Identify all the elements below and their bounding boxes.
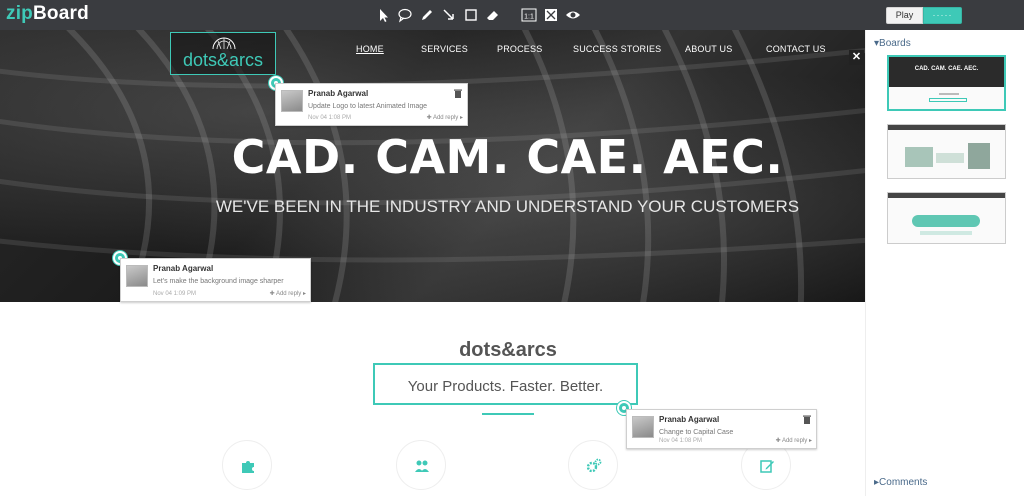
nav-services[interactable]: SERVICES [421, 44, 468, 54]
comment-time: Nov 04 1:09 PM [153, 291, 197, 297]
comment-author: Pranab Agarwal [659, 415, 720, 424]
eraser-icon[interactable] [484, 6, 502, 24]
people-icon [415, 460, 429, 472]
hero-title: CAD. CAM. CAE. AEC. [231, 130, 784, 184]
close-icon[interactable]: ✕ [849, 50, 864, 65]
thumb-shape [912, 215, 980, 227]
boards-toggle[interactable]: ▾Boards [874, 38, 911, 49]
nav-home[interactable]: HOME [356, 44, 384, 54]
pointer-icon[interactable] [374, 6, 392, 24]
actual-size-icon[interactable]: 1:1 [520, 6, 538, 24]
divider [482, 413, 534, 415]
site-logo[interactable]: dots&arcs [170, 32, 276, 75]
nav-success-stories[interactable]: SUCCESS STORIES [573, 44, 661, 54]
logo-dome-icon [212, 37, 236, 49]
thumb-header [888, 125, 1005, 130]
comment-author: Pranab Agarwal [308, 89, 369, 98]
thumb-box [929, 98, 967, 102]
fit-screen-icon[interactable] [542, 6, 560, 24]
thumb-image [905, 147, 933, 167]
boards-sidebar: ▾Boards CAD. CAM. CAE. AEC. ▸Comments [865, 30, 1024, 496]
feature-people[interactable] [396, 440, 446, 490]
puzzle-icon [242, 461, 254, 473]
zipboard-logo: zipBoard [6, 3, 89, 24]
feature-puzzle[interactable] [222, 440, 272, 490]
comment-bubble-icon[interactable] [396, 6, 414, 24]
thumb-image [936, 153, 964, 163]
feature-gears[interactable] [568, 440, 618, 490]
comment-message: Let's make the background image sharper [153, 278, 284, 285]
nav-contact-us[interactable]: CONTACT US [766, 44, 826, 54]
eye-icon[interactable] [564, 6, 582, 24]
add-reply-link[interactable]: ✚ Add reply ▸ [776, 437, 812, 444]
play-button[interactable]: Play [886, 7, 923, 24]
arrow-icon[interactable] [440, 6, 458, 24]
comments-toggle[interactable]: ▸Comments [874, 477, 927, 488]
board-thumbnail-2[interactable] [887, 124, 1006, 179]
gears-icon [586, 458, 602, 473]
thumb-title: CAD. CAM. CAE. AEC. [914, 66, 979, 72]
avatar [126, 265, 148, 287]
comment-time: Nov 04 1:08 PM [308, 115, 352, 121]
pencil-icon[interactable] [418, 6, 436, 24]
comment-message: Update Logo to latest Animated Image [308, 103, 428, 110]
tagline-text: Your Products. Faster. Better. [407, 378, 604, 395]
thumb-hero [889, 57, 1004, 87]
comment-card[interactable]: Pranab Agarwal Update Logo to latest Ani… [275, 83, 468, 126]
board-thumbnail-3[interactable] [887, 192, 1006, 244]
comment-message: Change to Capital Case [659, 429, 734, 436]
logo-text: dots&arcs [182, 50, 264, 70]
thumb-image [968, 143, 990, 169]
tagline-highlight[interactable]: Your Products. Faster. Better. [373, 363, 638, 405]
edit-icon [760, 460, 774, 473]
nav-process[interactable]: PROCESS [497, 44, 542, 54]
comment-mode-button[interactable]: ····· [923, 7, 962, 24]
thumb-line [939, 93, 959, 95]
comment-card[interactable]: Pranab Agarwal Change to Capital Case No… [626, 409, 817, 449]
add-reply-link[interactable]: ✚ Add reply ▸ [427, 114, 463, 121]
comment-time: Nov 04 1:08 PM [659, 438, 703, 444]
add-reply-link[interactable]: ✚ Add reply ▸ [270, 290, 306, 297]
hero-subtitle: WE'VE BEEN IN THE INDUSTRY AND UNDERSTAN… [215, 197, 800, 216]
section-brand-title: dots&arcs [459, 339, 557, 361]
avatar [281, 90, 303, 112]
top-toolbar: zipBoard 1:1 Play ····· [0, 0, 1024, 30]
avatar [632, 416, 654, 438]
comment-card[interactable]: Pranab Agarwal Let's make the background… [120, 258, 311, 302]
thumb-line [920, 231, 972, 235]
thumb-header [888, 193, 1005, 198]
nav-about-us[interactable]: ABOUT US [685, 44, 732, 54]
svg-text:1:1: 1:1 [524, 14, 534, 21]
comment-author: Pranab Agarwal [153, 264, 214, 273]
trash-icon[interactable] [803, 415, 811, 424]
rectangle-icon[interactable] [462, 6, 480, 24]
trash-icon[interactable] [454, 89, 462, 98]
board-thumbnail-1[interactable]: CAD. CAM. CAE. AEC. [887, 55, 1006, 111]
